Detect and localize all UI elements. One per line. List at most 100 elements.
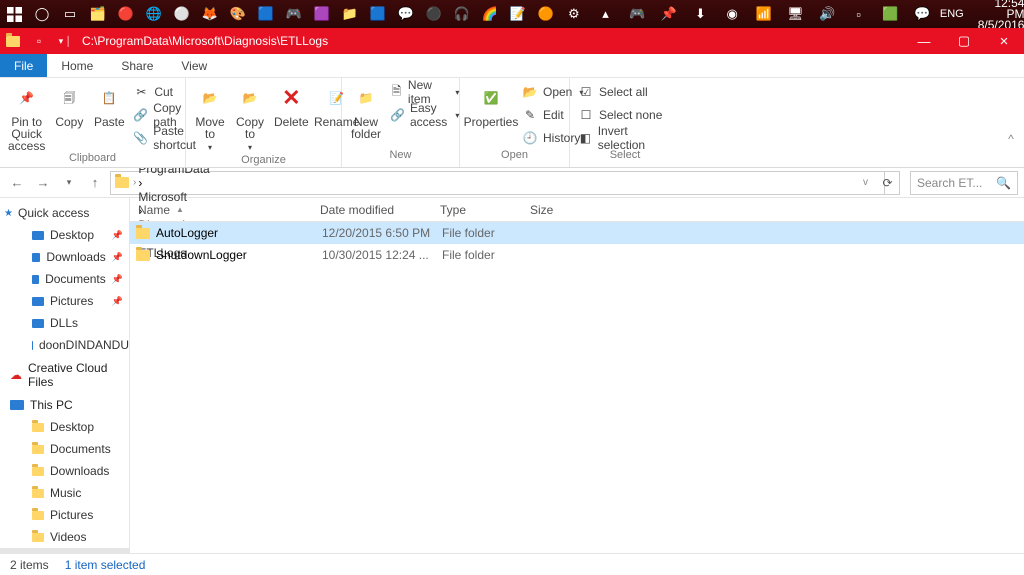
tab-file[interactable]: File bbox=[0, 54, 47, 77]
tray-wifi-icon[interactable]: 📶 bbox=[750, 0, 778, 28]
tab-view[interactable]: View bbox=[167, 54, 221, 77]
sidebar-item[interactable]: Pictures bbox=[0, 504, 129, 526]
app-icon[interactable]: 🎮 bbox=[280, 0, 308, 28]
paste-button[interactable]: 📋 Paste bbox=[93, 82, 125, 128]
back-button[interactable]: ← bbox=[6, 172, 28, 194]
sidebar-thispc[interactable]: This PC bbox=[0, 394, 129, 416]
column-headers[interactable]: Name▲ Date modified Type Size bbox=[130, 198, 1024, 222]
address-bar[interactable]: › This PC›OS (C:)›ProgramData›Microsoft›… bbox=[110, 171, 885, 195]
chrome-icon[interactable]: 🌈 bbox=[476, 0, 504, 28]
sidebar-item[interactable]: Desktop bbox=[0, 416, 129, 438]
invert-button[interactable]: ◧Invert selection bbox=[578, 128, 672, 148]
file-row[interactable]: ShutdownLogger10/30/2015 12:24 ...File f… bbox=[130, 244, 1024, 266]
maximize-button[interactable]: ▢ bbox=[944, 28, 984, 54]
newitem-button[interactable]: 🗎New item▾ bbox=[390, 82, 459, 102]
forward-button[interactable]: → bbox=[32, 172, 54, 194]
ribbon-tabs: File Home Share View bbox=[0, 54, 1024, 78]
tray-icon[interactable]: ◉ bbox=[718, 0, 746, 28]
recent-dropdown[interactable]: ▾ bbox=[58, 172, 80, 194]
folder-icon bbox=[115, 177, 129, 188]
sidebar-item[interactable]: Documents bbox=[0, 438, 129, 460]
sidebar-item[interactable]: DLLs bbox=[0, 312, 129, 334]
moveto-icon: 📂 bbox=[194, 82, 226, 114]
selectall-button[interactable]: ☑Select all bbox=[578, 82, 672, 102]
easyaccess-button[interactable]: 🔗Easy access▾ bbox=[390, 105, 459, 125]
tray-icon[interactable]: ▫ bbox=[845, 0, 873, 28]
pin-quickaccess-button[interactable]: 📌 Pin to Quick access bbox=[8, 82, 45, 152]
app-icon[interactable]: 💬 bbox=[392, 0, 420, 28]
selectall-icon: ☑ bbox=[578, 84, 594, 100]
app-icon[interactable]: 🔴 bbox=[112, 0, 140, 28]
app-icon[interactable]: ⚪ bbox=[168, 0, 196, 28]
selectnone-button[interactable]: ☐Select none bbox=[578, 105, 672, 125]
sidebar-item[interactable]: OS (C:) bbox=[0, 548, 129, 553]
sidebar-item[interactable]: Desktop📌 bbox=[0, 224, 129, 246]
tray-icon[interactable]: 🖥 bbox=[782, 0, 810, 28]
sidebar-quickaccess[interactable]: Quick access bbox=[0, 202, 129, 224]
qa-dropdown-icon[interactable]: ▾ │ bbox=[52, 28, 78, 54]
app-icon[interactable]: 🟪 bbox=[308, 0, 336, 28]
sidebar-item[interactable]: Downloads📌 bbox=[0, 246, 129, 268]
properties-icon: ✅ bbox=[475, 82, 507, 114]
explorer-icon[interactable]: 📁 bbox=[336, 0, 364, 28]
tab-share[interactable]: Share bbox=[107, 54, 167, 77]
notepad-icon[interactable]: 📝 bbox=[504, 0, 532, 28]
delete-button[interactable]: ✕Delete bbox=[274, 82, 309, 128]
taskview-icon[interactable]: ▭ bbox=[56, 0, 84, 28]
app-icon[interactable]: 🎨 bbox=[224, 0, 252, 28]
sidebar-item[interactable]: Videos bbox=[0, 526, 129, 548]
copy-button[interactable]: 🗐 Copy bbox=[53, 82, 85, 128]
sidebar-item[interactable]: doonDINDANDU bbox=[0, 334, 129, 356]
tray-icon[interactable]: 🎮 bbox=[623, 0, 651, 28]
properties-button[interactable]: ✅Properties bbox=[468, 82, 514, 128]
status-bar: 2 items 1 item selected bbox=[0, 553, 1024, 575]
address-dropdown-icon[interactable]: v bbox=[863, 177, 868, 188]
copyto-button[interactable]: 📂Copy to▾ bbox=[234, 82, 266, 154]
group-open-label: Open bbox=[468, 149, 561, 163]
invert-icon: ◧ bbox=[578, 130, 593, 146]
selectnone-icon: ☐ bbox=[578, 107, 594, 123]
edit-icon: ✎ bbox=[522, 107, 538, 123]
tray-notif-icon[interactable]: 💬 bbox=[908, 0, 936, 28]
firefox-icon[interactable]: 🦊 bbox=[196, 0, 224, 28]
clock-time: 12:54 PM bbox=[974, 0, 1024, 20]
tray-icon[interactable]: 🟩 bbox=[877, 0, 905, 28]
folder-icon bbox=[0, 28, 26, 54]
file-row[interactable]: AutoLogger12/20/2015 6:50 PMFile folder bbox=[130, 222, 1024, 244]
pin-icon: 📌 bbox=[11, 82, 43, 114]
app-icon[interactable]: 🟦 bbox=[364, 0, 392, 28]
ribbon-collapse-icon[interactable]: ^ bbox=[1002, 132, 1020, 146]
minimize-button[interactable]: — bbox=[904, 28, 944, 54]
sidebar-item[interactable]: Documents📌 bbox=[0, 268, 129, 290]
moveto-button[interactable]: 📂Move to▾ bbox=[194, 82, 226, 154]
tray-clock[interactable]: 12:54 PM 8/5/2016 bbox=[968, 0, 1024, 31]
qa-save-icon[interactable]: ▫ bbox=[26, 28, 52, 54]
app-icon[interactable]: ⚫ bbox=[420, 0, 448, 28]
app-icon[interactable]: 🌐 bbox=[140, 0, 168, 28]
tray-settings-icon[interactable]: ⚙ bbox=[560, 0, 588, 28]
refresh-button[interactable]: ⟳ bbox=[876, 171, 900, 195]
app-icon[interactable]: 🟠 bbox=[532, 0, 560, 28]
up-button[interactable]: ↑ bbox=[84, 172, 106, 194]
newfolder-button[interactable]: 📁New folder bbox=[350, 82, 382, 140]
tray-volume-icon[interactable]: 🔊 bbox=[813, 0, 841, 28]
discord-icon[interactable]: 🎧 bbox=[448, 0, 476, 28]
tray-icon[interactable]: 📌 bbox=[655, 0, 683, 28]
app-icon[interactable]: 🟦 bbox=[252, 0, 280, 28]
newitem-icon: 🗎 bbox=[390, 84, 403, 100]
tab-home[interactable]: Home bbox=[47, 54, 107, 77]
nav-sidebar: Quick access Desktop📌Downloads📌Documents… bbox=[0, 198, 130, 553]
search-box[interactable]: Search ET... 🔍 bbox=[910, 171, 1018, 195]
tray-icon[interactable]: ⬇ bbox=[687, 0, 715, 28]
tray-chevron-icon[interactable]: ▴ bbox=[592, 0, 620, 28]
sidebar-item[interactable]: Downloads bbox=[0, 460, 129, 482]
app-icon[interactable]: 🗂️ bbox=[84, 0, 112, 28]
close-button[interactable]: × bbox=[984, 28, 1024, 54]
sidebar-creativecloud[interactable]: ☁Creative Cloud Files bbox=[0, 364, 129, 386]
sidebar-item[interactable]: Music bbox=[0, 482, 129, 504]
start-icon[interactable] bbox=[0, 0, 28, 28]
tray-language[interactable]: ENG bbox=[940, 0, 964, 28]
search-icon[interactable]: ◯ bbox=[28, 0, 56, 28]
sidebar-item[interactable]: Pictures📌 bbox=[0, 290, 129, 312]
taskbar: ◯ ▭ 🗂️ 🔴 🌐 ⚪ 🦊 🎨 🟦 🎮 🟪 📁 🟦 💬 ⚫ 🎧 🌈 📝 🟠 ⚙… bbox=[0, 0, 1024, 28]
